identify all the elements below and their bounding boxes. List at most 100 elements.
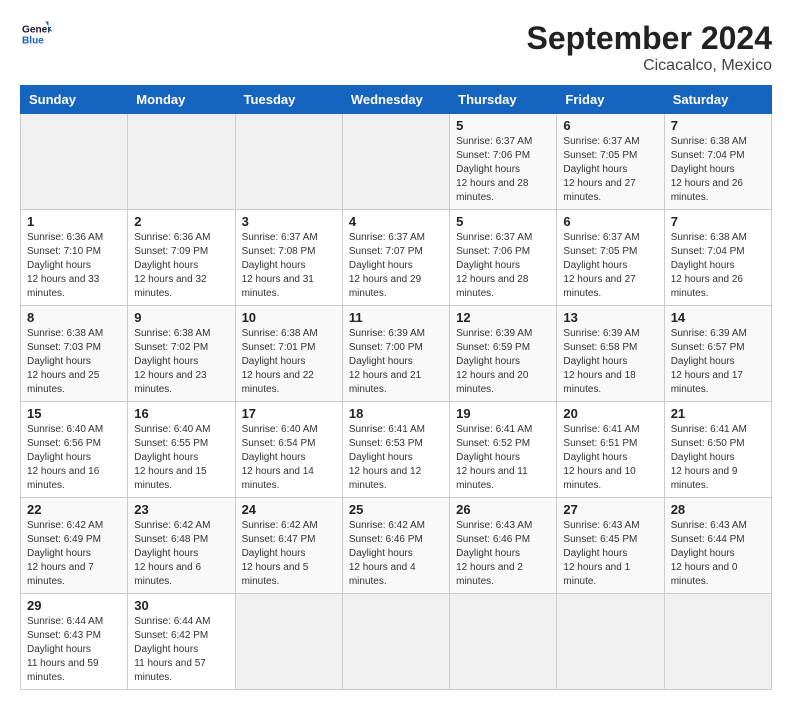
day-number: 15 (27, 406, 121, 421)
calendar-cell (664, 594, 771, 690)
day-number: 29 (27, 598, 121, 613)
col-friday: Friday (557, 86, 664, 114)
day-number: 6 (563, 214, 657, 229)
calendar-cell: 22Sunrise: 6:42 AMSunset: 6:49 PMDayligh… (21, 498, 128, 594)
day-number: 12 (456, 310, 550, 325)
calendar-cell (235, 114, 342, 210)
day-info: Sunrise: 6:39 AMSunset: 6:57 PMDaylight … (671, 327, 765, 397)
day-number: 28 (671, 502, 765, 517)
title-area: September 2024 Cicacalco, Mexico (527, 20, 772, 75)
calendar-cell (450, 594, 557, 690)
day-info: Sunrise: 6:40 AMSunset: 6:56 PMDaylight … (27, 423, 121, 493)
calendar-table: Sunday Monday Tuesday Wednesday Thursday… (20, 85, 772, 690)
day-number: 18 (349, 406, 443, 421)
day-number: 27 (563, 502, 657, 517)
calendar-cell: 17 Sunrise: 6:40 AMSunset: 6:54 PMDayligh… (235, 402, 342, 498)
day-number: 13 (563, 310, 657, 325)
col-thursday: Thursday (450, 86, 557, 114)
week-row-1: 1 Sunrise: 6:36 AMSunset: 7:10 PMDaylight… (21, 210, 772, 306)
calendar-cell: 29 Sunrise: 6:44 AMSunset: 6:43 PMDayligh… (21, 594, 128, 690)
calendar-cell: 13Sunrise: 6:39 AMSunset: 6:58 PMDayligh… (557, 306, 664, 402)
day-info: Sunrise: 6:37 AMSunset: 7:06 PMDaylight … (456, 135, 550, 205)
month-title: September 2024 (527, 20, 772, 57)
day-info: Sunrise: 6:43 AMSunset: 6:45 PMDaylight … (563, 519, 657, 589)
day-info: Sunrise: 6:39 AMSunset: 7:00 PMDaylight … (349, 327, 443, 397)
logo-icon: General Blue (20, 20, 52, 48)
day-info: Sunrise: 6:37 AMSunset: 7:06 PMDaylight … (456, 231, 550, 301)
calendar-cell: 5Sunrise: 6:37 AMSunset: 7:06 PMDaylight… (450, 210, 557, 306)
calendar-cell (235, 594, 342, 690)
day-info: Sunrise: 6:36 AMSunset: 7:09 PMDaylight … (134, 231, 228, 301)
calendar-cell: 1 Sunrise: 6:36 AMSunset: 7:10 PMDaylight… (21, 210, 128, 306)
calendar-cell (21, 114, 128, 210)
day-number: 2 (134, 214, 228, 229)
day-number: 5 (456, 118, 550, 133)
day-number: 3 (242, 214, 336, 229)
calendar-cell: 8Sunrise: 6:38 AMSunset: 7:03 PMDaylight… (21, 306, 128, 402)
calendar-cell: 19 Sunrise: 6:41 AMSunset: 6:52 PMDayligh… (450, 402, 557, 498)
page-header: General Blue September 2024 Cicacalco, M… (20, 20, 772, 75)
day-number: 25 (349, 502, 443, 517)
day-number: 14 (671, 310, 765, 325)
col-sunday: Sunday (21, 86, 128, 114)
calendar-cell: 7Sunrise: 6:38 AMSunset: 7:04 PMDaylight… (664, 114, 771, 210)
calendar-cell: 7 Sunrise: 6:38 AMSunset: 7:04 PMDaylight… (664, 210, 771, 306)
col-saturday: Saturday (664, 86, 771, 114)
day-number: 24 (242, 502, 336, 517)
day-info: Sunrise: 6:38 AMSunset: 7:02 PMDaylight … (134, 327, 228, 397)
calendar-cell: 11 Sunrise: 6:39 AMSunset: 7:00 PMDayligh… (342, 306, 449, 402)
day-info: Sunrise: 6:40 AMSunset: 6:54 PMDaylight … (242, 423, 336, 493)
calendar-cell: 5 Sunrise: 6:37 AMSunset: 7:06 PMDaylight… (450, 114, 557, 210)
day-info: Sunrise: 6:37 AMSunset: 7:08 PMDaylight … (242, 231, 336, 301)
calendar-cell: 9Sunrise: 6:38 AMSunset: 7:02 PMDaylight… (128, 306, 235, 402)
day-number: 11 (349, 310, 443, 325)
day-info: Sunrise: 6:41 AMSunset: 6:52 PMDaylight … (456, 423, 550, 493)
day-info: Sunrise: 6:41 AMSunset: 6:53 PMDaylight … (349, 423, 443, 493)
calendar-cell: 18 Sunrise: 6:41 AMSunset: 6:53 PMDayligh… (342, 402, 449, 498)
header-row: Sunday Monday Tuesday Wednesday Thursday… (21, 86, 772, 114)
calendar-cell: 23Sunrise: 6:42 AMSunset: 6:48 PMDayligh… (128, 498, 235, 594)
week-row-0: 5 Sunrise: 6:37 AMSunset: 7:06 PMDaylight… (21, 114, 772, 210)
day-info: Sunrise: 6:42 AMSunset: 6:49 PMDaylight … (27, 519, 121, 589)
day-number: 1 (27, 214, 121, 229)
calendar-cell: 4 Sunrise: 6:37 AMSunset: 7:07 PMDaylight… (342, 210, 449, 306)
day-number: 4 (349, 214, 443, 229)
day-number: 10 (242, 310, 336, 325)
calendar-body: 5 Sunrise: 6:37 AMSunset: 7:06 PMDaylight… (21, 114, 772, 690)
calendar-cell: 26Sunrise: 6:43 AMSunset: 6:46 PMDayligh… (450, 498, 557, 594)
calendar-cell: 24 Sunrise: 6:42 AMSunset: 6:47 PMDayligh… (235, 498, 342, 594)
day-info: Sunrise: 6:37 AMSunset: 7:05 PMDaylight … (563, 231, 657, 301)
day-number: 7 (671, 214, 765, 229)
day-number: 17 (242, 406, 336, 421)
day-info: Sunrise: 6:38 AMSunset: 7:04 PMDaylight … (671, 231, 765, 301)
day-info: Sunrise: 6:40 AMSunset: 6:55 PMDaylight … (134, 423, 228, 493)
calendar-cell: 3 Sunrise: 6:37 AMSunset: 7:08 PMDaylight… (235, 210, 342, 306)
calendar-cell (128, 114, 235, 210)
calendar-cell: 30Sunrise: 6:44 AMSunset: 6:42 PMDayligh… (128, 594, 235, 690)
calendar-cell (342, 594, 449, 690)
calendar-cell: 21Sunrise: 6:41 AMSunset: 6:50 PMDayligh… (664, 402, 771, 498)
day-info: Sunrise: 6:41 AMSunset: 6:50 PMDaylight … (671, 423, 765, 493)
calendar-cell (342, 114, 449, 210)
calendar-cell: 27 Sunrise: 6:43 AMSunset: 6:45 PMDayligh… (557, 498, 664, 594)
day-info: Sunrise: 6:44 AMSunset: 6:43 PMDaylight … (27, 615, 121, 685)
calendar-cell: 28Sunrise: 6:43 AMSunset: 6:44 PMDayligh… (664, 498, 771, 594)
day-info: Sunrise: 6:42 AMSunset: 6:46 PMDaylight … (349, 519, 443, 589)
day-info: Sunrise: 6:37 AMSunset: 7:07 PMDaylight … (349, 231, 443, 301)
logo: General Blue (20, 20, 52, 48)
week-row-2: 8Sunrise: 6:38 AMSunset: 7:03 PMDaylight… (21, 306, 772, 402)
location-subtitle: Cicacalco, Mexico (527, 57, 772, 75)
day-number: 23 (134, 502, 228, 517)
day-info: Sunrise: 6:38 AMSunset: 7:04 PMDaylight … (671, 135, 765, 205)
day-info: Sunrise: 6:41 AMSunset: 6:51 PMDaylight … (563, 423, 657, 493)
calendar-cell: 6 Sunrise: 6:37 AMSunset: 7:05 PMDaylight… (557, 210, 664, 306)
day-info: Sunrise: 6:36 AMSunset: 7:10 PMDaylight … (27, 231, 121, 301)
calendar-cell: 2 Sunrise: 6:36 AMSunset: 7:09 PMDaylight… (128, 210, 235, 306)
day-info: Sunrise: 6:42 AMSunset: 6:47 PMDaylight … (242, 519, 336, 589)
day-number: 26 (456, 502, 550, 517)
day-number: 19 (456, 406, 550, 421)
day-number: 20 (563, 406, 657, 421)
day-info: Sunrise: 6:38 AMSunset: 7:03 PMDaylight … (27, 327, 121, 397)
calendar-cell: 14 Sunrise: 6:39 AMSunset: 6:57 PMDayligh… (664, 306, 771, 402)
day-number: 16 (134, 406, 228, 421)
